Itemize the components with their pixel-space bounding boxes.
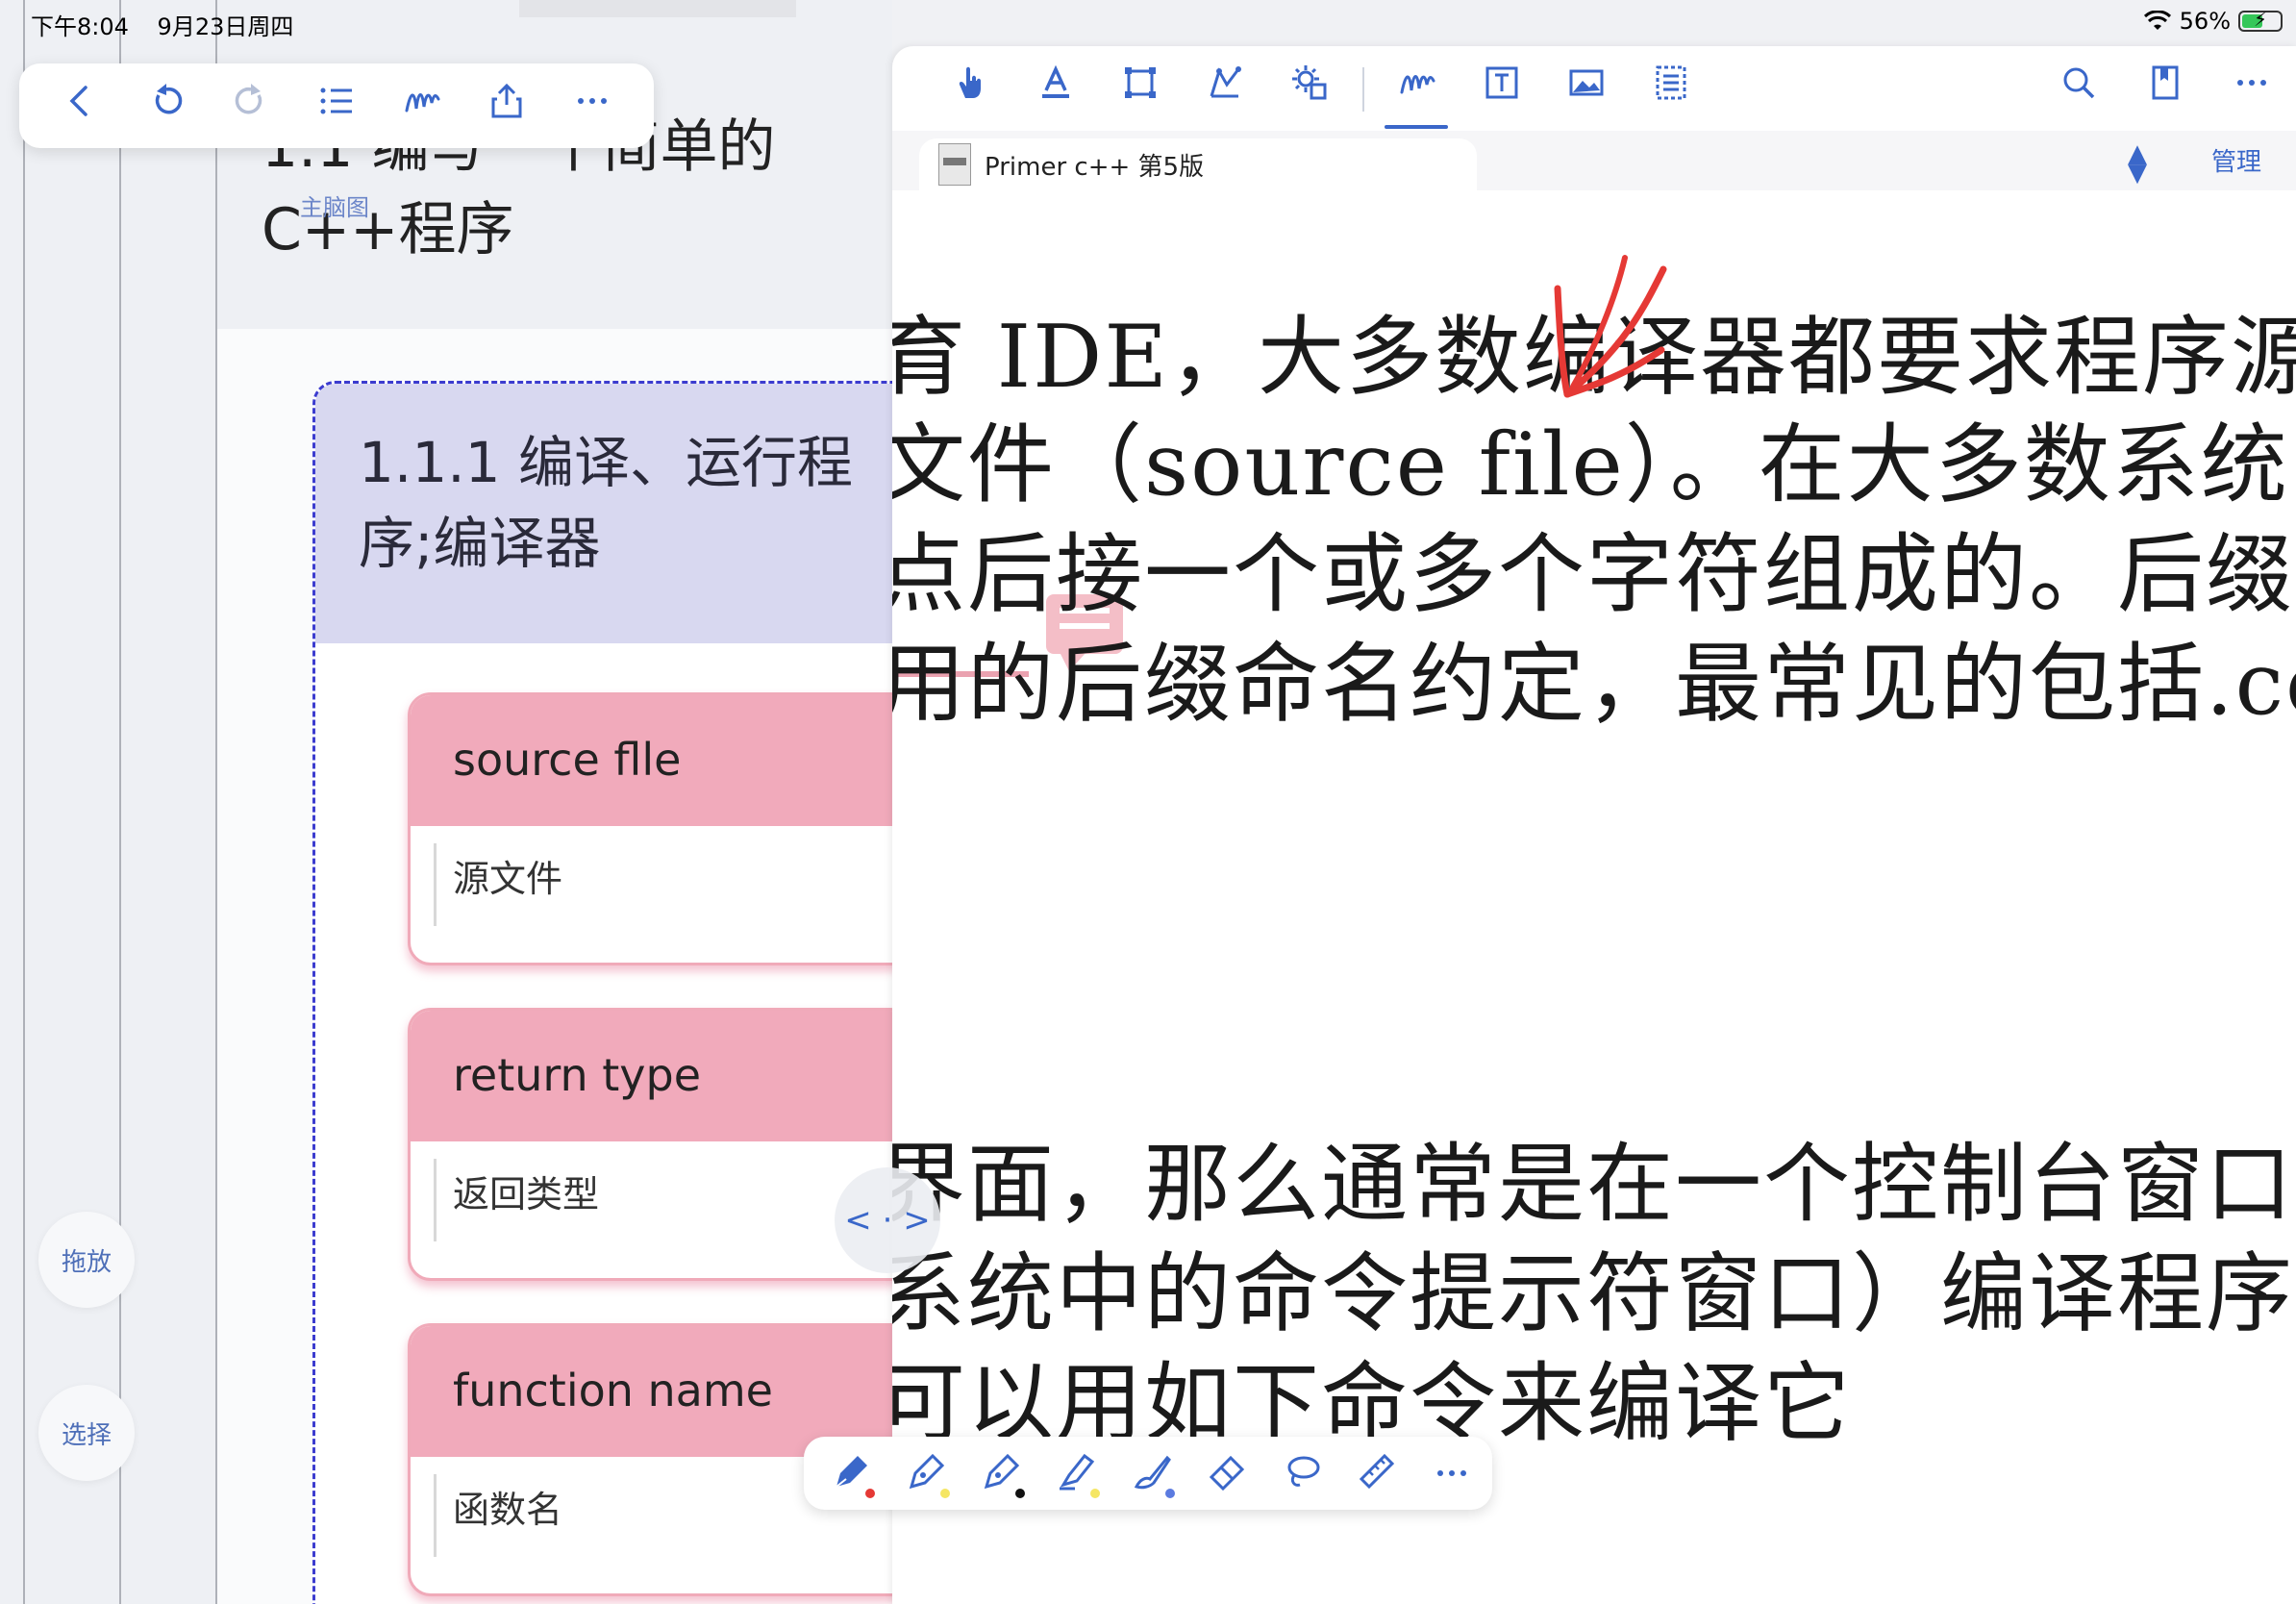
topic-title: 1.1.1 编译、运行程序;编译器 xyxy=(359,430,854,576)
mindmap-toolbar xyxy=(19,63,654,148)
term-title: return type xyxy=(411,1011,892,1141)
pen-color-dot xyxy=(940,1489,950,1498)
more-icon[interactable] xyxy=(1425,1450,1479,1498)
select-button[interactable]: 选择 xyxy=(38,1385,135,1481)
pdf-text-line: 界面，那么通常是在一个控制台窗口 xyxy=(892,1134,2294,1235)
pdf-text-line: 点后接一个或多个字符组成的。后缀 xyxy=(892,524,2294,625)
pen-scribble-icon[interactable] xyxy=(393,82,451,130)
hand-icon[interactable] xyxy=(942,63,1000,112)
settings-gear-icon[interactable] xyxy=(1281,63,1338,112)
pen-color-dot xyxy=(1090,1489,1100,1498)
pdf-toolbar xyxy=(892,46,2296,131)
rect-select-icon[interactable] xyxy=(1111,63,1169,112)
pen-color-dot xyxy=(1165,1489,1175,1498)
document-tab[interactable]: Primer c++ 第5版 xyxy=(919,138,1477,190)
battery-percent: 56% xyxy=(2179,8,2231,35)
mindmap-pane: 1.1 编写一个简单的C++程序 主脑图 1.1.1 编译、运行程序;编译器 s… xyxy=(0,0,892,1604)
more-icon[interactable] xyxy=(2223,63,2281,112)
drag-button[interactable]: 拖放 xyxy=(38,1212,135,1308)
battery-icon: ⚡ xyxy=(2238,8,2283,32)
share-icon[interactable] xyxy=(478,82,536,130)
document-title: Primer c++ 第5版 xyxy=(985,152,1205,182)
pdf-text-line: 系统中的命令提示符窗口）编译程序 xyxy=(892,1243,2294,1344)
status-date: 9月23日周四 xyxy=(157,13,294,40)
pen-icon[interactable] xyxy=(975,1450,1029,1498)
sort-icon[interactable]: ▲ ▼ xyxy=(2128,141,2147,186)
pen-icon[interactable] xyxy=(900,1450,954,1498)
divider xyxy=(119,0,121,1604)
ruler-icon[interactable] xyxy=(1350,1450,1404,1498)
text-box-icon[interactable] xyxy=(1473,63,1531,112)
term-meaning: 源文件 xyxy=(411,826,892,926)
pen-toolbar xyxy=(804,1437,1492,1510)
undo-icon[interactable] xyxy=(137,82,195,130)
term-title: source flle xyxy=(411,695,892,826)
brush-icon[interactable] xyxy=(1125,1450,1179,1498)
bookmark-icon[interactable] xyxy=(2136,63,2194,112)
term-meaning: 返回类型 xyxy=(411,1141,892,1241)
outline-list-icon[interactable] xyxy=(308,82,365,130)
page-outline-icon[interactable] xyxy=(1642,63,1700,112)
status-left: 下午8:04 9月23日周四 xyxy=(31,8,314,41)
status-time: 下午8:04 xyxy=(31,13,129,40)
fountain-pen-icon[interactable] xyxy=(825,1450,879,1498)
term-card[interactable]: return type 返回类型 xyxy=(408,1008,892,1281)
image-icon[interactable] xyxy=(1558,63,1615,112)
divider xyxy=(23,0,25,1604)
text-highlight-icon[interactable] xyxy=(1027,63,1085,112)
status-right: 56% ⚡ xyxy=(2143,8,2283,35)
pen-color-dot xyxy=(865,1489,875,1498)
shape-icon[interactable] xyxy=(1196,63,1254,112)
status-bar: 下午8:04 9月23日周四 56% ⚡ xyxy=(0,0,2296,46)
search-icon[interactable] xyxy=(2050,63,2108,112)
mindmap-tag: 主脑图 xyxy=(300,194,369,221)
wifi-icon xyxy=(2143,11,2171,30)
document-thumbnail-icon xyxy=(938,143,971,186)
split-view-handle[interactable]: < · > xyxy=(835,1167,940,1273)
charging-bolt-icon: ⚡ xyxy=(2253,8,2268,31)
toolbar-divider xyxy=(1362,67,1364,112)
active-tool-indicator xyxy=(1385,125,1448,129)
lasso-icon[interactable] xyxy=(1275,1450,1329,1498)
topic-header: 1.1.1 编译、运行程序;编译器 xyxy=(315,384,892,643)
more-icon[interactable] xyxy=(563,82,621,130)
red-arrow-annotation xyxy=(1554,255,1667,398)
pdf-text-line: 用的后缀命名约定，最常见的包括.cc、 xyxy=(892,634,2296,735)
back-icon[interactable] xyxy=(52,82,110,130)
manage-button[interactable]: 管理 xyxy=(2211,142,2261,178)
eraser-icon[interactable] xyxy=(1200,1450,1254,1498)
highlighter-icon[interactable] xyxy=(1050,1450,1104,1498)
term-card[interactable]: source flle 源文件 xyxy=(408,692,892,965)
pen-scribble-icon[interactable] xyxy=(1388,63,1446,112)
pen-color-dot xyxy=(1015,1489,1025,1498)
redo-icon[interactable] xyxy=(222,82,280,130)
